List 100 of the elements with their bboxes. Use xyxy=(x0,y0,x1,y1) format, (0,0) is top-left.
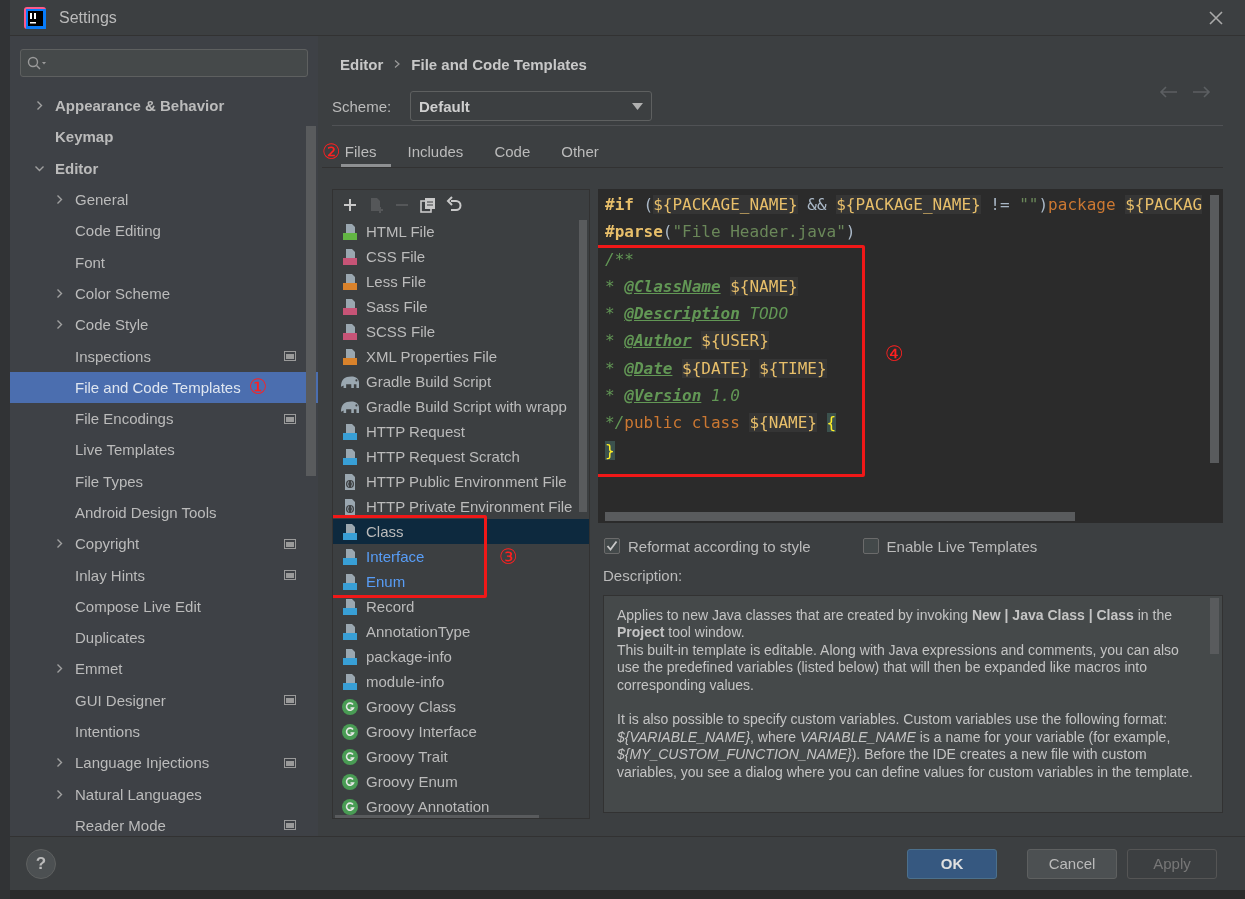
sidebar-item[interactable]: Code Style xyxy=(10,309,318,341)
template-item[interactable]: Sass File xyxy=(333,294,589,319)
app-logo-icon xyxy=(24,6,46,29)
chevron-right-icon[interactable] xyxy=(54,287,65,299)
checkbox[interactable] xyxy=(862,538,879,554)
chevron-right-icon[interactable] xyxy=(54,319,65,331)
tab[interactable]: Other xyxy=(544,126,613,167)
scheme-dropdown[interactable]: Default xyxy=(410,91,652,121)
sidebar-item[interactable]: Code Editing xyxy=(10,215,318,247)
file-icon xyxy=(341,347,359,366)
chevron-right-icon[interactable] xyxy=(54,757,65,769)
template-item[interactable]: HTTP Private Environment File xyxy=(333,494,589,519)
file-icon xyxy=(341,597,359,616)
chevron-right-icon[interactable] xyxy=(54,663,65,675)
sidebar-item[interactable]: Editor xyxy=(10,152,318,184)
template-item[interactable]: AnnotationType xyxy=(333,619,589,644)
template-item[interactable]: Record xyxy=(333,594,589,619)
template-item[interactable]: XML Properties File xyxy=(333,344,589,369)
sidebar-item[interactable]: Inlay Hints xyxy=(10,559,318,591)
sidebar-item[interactable]: Natural Languages xyxy=(10,778,318,810)
sidebar-item[interactable]: Reader Mode xyxy=(10,809,318,836)
chevron-right-icon[interactable] xyxy=(54,788,65,800)
file-icon xyxy=(341,622,359,641)
dialog-button[interactable]: OK xyxy=(907,848,997,879)
search-field[interactable] xyxy=(20,49,308,77)
undo-icon[interactable] xyxy=(445,195,463,214)
template-item[interactable]: Interface xyxy=(333,544,483,569)
sidebar-item[interactable]: Font xyxy=(10,246,318,278)
template-item[interactable]: Groovy Enum xyxy=(333,769,589,794)
template-item[interactable]: SCSS File xyxy=(333,319,589,344)
file-icon xyxy=(341,272,359,291)
window-title: Settings xyxy=(59,8,117,27)
file-icon xyxy=(341,522,359,541)
scrollbar[interactable] xyxy=(605,512,1075,521)
code-editor[interactable] xyxy=(598,189,1223,523)
template-item[interactable]: Groovy Annotation xyxy=(333,794,589,818)
sidebar-item[interactable]: File Types xyxy=(10,465,318,497)
tab[interactable]: Files xyxy=(340,126,391,167)
chevron-right-icon[interactable] xyxy=(34,100,45,112)
breadcrumb-item[interactable]: Editor xyxy=(340,55,384,73)
tab[interactable]: Code xyxy=(477,126,545,167)
file-icon xyxy=(341,247,359,266)
sidebar-item[interactable]: General xyxy=(10,183,318,216)
sidebar-item[interactable]: Keymap xyxy=(10,121,318,153)
chevron-right-icon[interactable] xyxy=(54,538,65,550)
file-icon xyxy=(341,447,359,466)
copy-icon[interactable] xyxy=(419,195,437,214)
template-item[interactable]: HTML File xyxy=(333,219,589,244)
template-item[interactable]: CSS File xyxy=(333,244,589,269)
sidebar-item[interactable]: Android Design Tools xyxy=(10,496,318,529)
tab[interactable]: Includes xyxy=(390,126,478,167)
search-icon xyxy=(27,56,47,70)
description-text: Applies to new Java classes that are created by invoking New | Java Class | Class in the Project tool window. xyxy=(617,607,1173,642)
scrollbar[interactable] xyxy=(306,126,316,476)
template-item[interactable]: HTTP Request Scratch xyxy=(333,444,589,469)
sidebar-item[interactable]: Duplicates xyxy=(10,622,318,654)
template-item[interactable]: HTTP Request xyxy=(333,419,589,444)
code-line: */public class ${NAME} { xyxy=(605,412,838,435)
sidebar-item[interactable]: Compose Live Edit xyxy=(10,590,318,623)
file-icon xyxy=(341,297,359,316)
annotation-number: ③ xyxy=(499,547,518,568)
checkbox[interactable] xyxy=(604,538,620,554)
checkbox-label[interactable]: Reformat according to style xyxy=(628,537,811,555)
annotation-number: ② xyxy=(322,139,341,163)
template-item[interactable]: Gradle Build Script with wrapp xyxy=(333,394,589,419)
template-item[interactable]: Groovy Interface xyxy=(333,719,589,744)
sidebar-item[interactable]: Copyright xyxy=(10,528,318,560)
checkbox-label[interactable]: Enable Live Templates xyxy=(886,537,1038,555)
sidebar-item[interactable]: File and Code Templates ① xyxy=(10,371,318,403)
chevron-right-icon xyxy=(393,59,402,69)
chevron-right-icon[interactable] xyxy=(54,194,65,206)
sidebar-item[interactable]: Inspections xyxy=(10,340,318,372)
code-line: * @Version 1.0 xyxy=(605,385,741,408)
template-item[interactable]: HTTP Public Environment File xyxy=(333,469,589,494)
dialog-button[interactable]: Cancel xyxy=(1027,848,1117,879)
sidebar-item[interactable]: Live Templates xyxy=(10,434,318,466)
sidebar-item[interactable]: GUI Designer xyxy=(10,684,318,716)
scrollbar[interactable] xyxy=(579,220,587,512)
scrollbar[interactable] xyxy=(1210,195,1219,463)
sidebar-item[interactable]: Language Injections xyxy=(10,747,318,779)
template-item[interactable]: Groovy Class xyxy=(333,694,589,719)
sidebar-item[interactable]: Color Scheme xyxy=(10,277,318,310)
file-icon xyxy=(341,222,359,241)
template-item[interactable]: Class xyxy=(333,519,483,544)
sidebar-item[interactable]: Appearance & Behavior xyxy=(10,90,318,122)
template-item[interactable]: Gradle Build Script xyxy=(333,369,589,394)
sidebar-item[interactable]: Intentions xyxy=(10,715,318,748)
help-button[interactable]: ? xyxy=(26,848,56,879)
breadcrumb-item[interactable]: File and Code Templates xyxy=(411,55,587,73)
template-item[interactable]: Groovy Trait xyxy=(333,744,589,769)
sidebar-item[interactable]: Emmet xyxy=(10,653,318,685)
groovy-circle-icon xyxy=(341,722,359,741)
template-item[interactable]: Enum xyxy=(333,569,483,594)
template-item[interactable]: Less File xyxy=(333,269,589,294)
template-item[interactable]: package-info xyxy=(333,644,589,669)
close-icon[interactable] xyxy=(1209,10,1223,25)
sidebar-item[interactable]: File Encodings xyxy=(10,402,318,435)
code-line: #if (${PACKAGE_NAME} && ${PACKAGE_NAME} != "")package ${PACKAG xyxy=(605,194,1204,216)
template-item[interactable]: module-info xyxy=(333,669,589,694)
check-icon xyxy=(606,540,618,552)
